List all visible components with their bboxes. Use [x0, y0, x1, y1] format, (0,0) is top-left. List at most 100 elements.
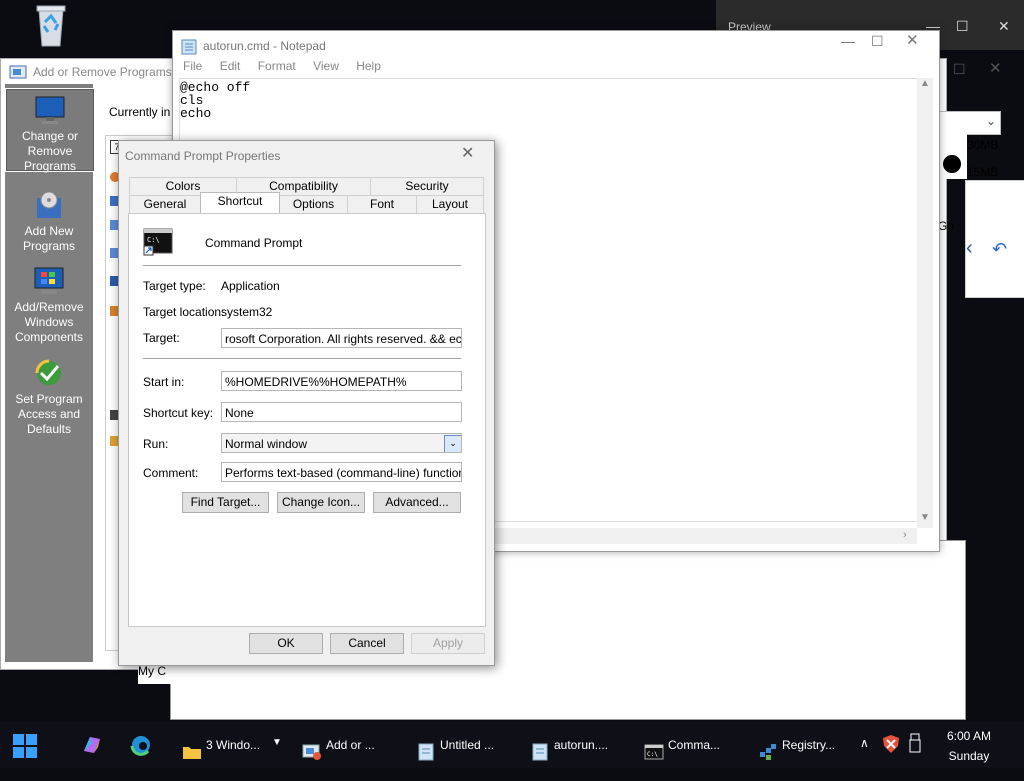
- maximize-button[interactable]: ☐: [871, 33, 884, 50]
- divider: [143, 265, 461, 266]
- taskbar-item-label: 3 Windo...: [206, 738, 261, 752]
- close-button[interactable]: ✕: [989, 59, 1002, 77]
- target-location-value: system32: [221, 305, 273, 319]
- edge-icon[interactable]: [130, 734, 152, 756]
- taskbar-item-autorun[interactable]: autorun....: [530, 722, 630, 768]
- run-label: Run:: [143, 437, 169, 451]
- apply-button[interactable]: Apply: [411, 633, 485, 654]
- size-value: 15MB: [967, 165, 999, 179]
- app-name: Command Prompt: [205, 236, 303, 250]
- shortcut-panel: C:\ Command Prompt Target type: Applicat…: [128, 213, 486, 627]
- comment-input[interactable]: Performs text-based (command-line) funct…: [221, 462, 462, 482]
- scroll-down-icon[interactable]: ▼: [920, 512, 930, 523]
- shortcut-key-input[interactable]: None: [221, 402, 462, 422]
- shield-icon[interactable]: [882, 734, 900, 754]
- target-location-label: Target location:: [143, 305, 225, 319]
- undo-icon[interactable]: ↶: [992, 239, 1007, 260]
- menu-help[interactable]: Help: [356, 59, 381, 73]
- cd-box-icon: [33, 190, 65, 220]
- minimize-button[interactable]: —: [841, 33, 855, 49]
- taskbar-item-label: Add or ...: [326, 738, 375, 752]
- my-label: My C: [138, 664, 166, 678]
- run-select-value: Normal window: [225, 437, 308, 451]
- tab-layout[interactable]: Layout: [416, 195, 484, 213]
- target-type-value: Application: [221, 279, 280, 293]
- sidebar-item-add-new[interactable]: Add New Programs: [5, 184, 93, 254]
- start-button[interactable]: [12, 733, 38, 759]
- chevron-down-icon: ⌄: [986, 114, 997, 128]
- usb-icon[interactable]: [908, 732, 922, 756]
- windows-components-icon: [33, 266, 65, 296]
- start-in-input[interactable]: %HOMEDRIVE%%HOMEPATH%: [221, 371, 462, 391]
- divider: [143, 358, 461, 359]
- window-title: Add or Remove Programs: [33, 65, 172, 79]
- chevron-down-icon[interactable]: ⌄: [444, 435, 461, 452]
- sidebar-item-windows-components[interactable]: Add/Remove Windows Components: [5, 260, 93, 344]
- program-icon: [941, 153, 963, 175]
- copilot-icon[interactable]: [80, 733, 104, 757]
- clock-day: Sunday: [948, 749, 990, 763]
- run-select[interactable]: Normal window ⌄: [221, 433, 462, 453]
- close-button[interactable]: ✕: [906, 31, 919, 49]
- taskbar-item-label: Comma...: [668, 738, 721, 752]
- menu-view[interactable]: View: [313, 59, 339, 73]
- shortcut-key-label: Shortcut key:: [143, 406, 214, 420]
- taskbar-item-add-remove[interactable]: Add or ...: [302, 722, 402, 768]
- notepad-icon: [416, 735, 436, 761]
- close-icon[interactable]: ✕: [461, 143, 474, 163]
- vertical-scrollbar[interactable]: ▲ ▼: [917, 78, 933, 528]
- chevron-up-icon[interactable]: ∧: [860, 736, 869, 750]
- taskbar: 3 Windo... ▼ Add or ... Untitled ... aut…: [0, 722, 1024, 768]
- size-value: 30MB: [967, 138, 999, 152]
- cmd-icon: C:\: [143, 228, 173, 256]
- notepad-icon: [530, 735, 550, 761]
- maximize-button[interactable]: ☐: [953, 61, 966, 78]
- dialog-title: Command Prompt Properties: [125, 149, 281, 163]
- back-icon[interactable]: ‹: [966, 237, 973, 260]
- clock-time: 6:00 AM: [946, 729, 992, 743]
- tab-font[interactable]: Font: [347, 195, 417, 213]
- sidebar-item-change-remove[interactable]: Change or Remove Programs: [5, 88, 95, 173]
- taskbar-item-label: Registry...: [782, 738, 836, 752]
- properties-dialog: Command Prompt Properties ✕ Colors Compa…: [118, 140, 495, 666]
- ok-button[interactable]: OK: [249, 633, 323, 654]
- sidebar-item-program-access[interactable]: Set Program Access and Defaults: [5, 352, 93, 436]
- menu-file[interactable]: File: [183, 59, 202, 73]
- cmd-icon: C:\: [644, 735, 664, 760]
- maximize-button[interactable]: ☐: [956, 18, 969, 35]
- close-button[interactable]: ✕: [998, 18, 1010, 35]
- cancel-button[interactable]: Cancel: [330, 633, 404, 654]
- text-line: echo: [180, 106, 212, 121]
- svg-text:C:\: C:\: [147, 236, 160, 244]
- change-icon-button[interactable]: Change Icon...: [277, 492, 365, 513]
- target-input[interactable]: rosoft Corporation. All rights reserved.…: [221, 328, 462, 348]
- menu-format[interactable]: Format: [258, 59, 296, 73]
- taskbar-item-cmd[interactable]: C:\ Comma...: [644, 722, 744, 768]
- find-target-button[interactable]: Find Target...: [182, 492, 269, 513]
- system-clock[interactable]: 6:00 AM Sunday: [938, 726, 1000, 766]
- tab-options[interactable]: Options: [279, 195, 348, 213]
- taskbar-item-untitled[interactable]: Untitled ...: [416, 722, 516, 768]
- notepad-icon: [181, 37, 197, 55]
- registry-icon: [758, 735, 778, 760]
- add-remove-icon: [9, 65, 27, 81]
- scroll-right-icon[interactable]: ›: [903, 529, 907, 541]
- taskbar-item-registry[interactable]: Registry...: [758, 722, 858, 768]
- comment-label: Comment:: [143, 466, 199, 480]
- chevron-down-icon[interactable]: ▼: [272, 737, 282, 748]
- tab-general[interactable]: General: [129, 195, 201, 213]
- advanced-button[interactable]: Advanced...: [373, 492, 461, 513]
- sidebar-item-label: Set Program Access and Defaults: [15, 392, 83, 436]
- recycle-bin-icon[interactable]: [26, 0, 76, 48]
- tab-shortcut[interactable]: Shortcut: [200, 192, 280, 213]
- currently-installed-label: Currently in: [109, 105, 171, 119]
- monitor-icon: [34, 95, 66, 125]
- taskbar-item-folder[interactable]: 3 Windo...: [182, 722, 274, 768]
- globe-check-icon: [33, 358, 65, 388]
- scroll-up-icon[interactable]: ▲: [920, 78, 930, 89]
- menu-edit[interactable]: Edit: [220, 59, 241, 73]
- sidebar-item-label: Add/Remove Windows Components: [14, 300, 84, 344]
- tab-security[interactable]: Security: [370, 177, 484, 195]
- taskbar-item-label: Untitled ...: [440, 738, 495, 752]
- text-line: cls: [180, 93, 204, 108]
